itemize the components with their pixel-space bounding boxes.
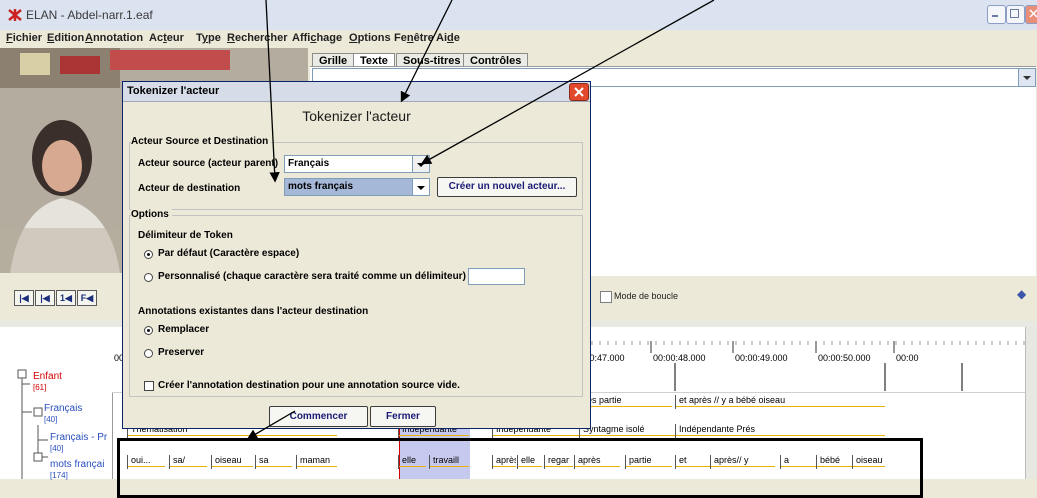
tier-panel: Enfant [61] Français [40] Français - Pr … [0, 327, 113, 480]
annotation-francais-pr-underline [676, 435, 885, 436]
menu-edition[interactable]: Edition [47, 32, 84, 44]
menu-bar: Fichier Edition Annotation Acteur Type R… [0, 30, 1037, 47]
annotation-francais-pr-underline [580, 435, 675, 436]
destination-tier-select[interactable]: mots français [284, 178, 430, 196]
existing-annotations-heading: Annotations existantes dans l'acteur des… [138, 306, 369, 317]
diamond-icon[interactable]: ◆ [1017, 288, 1027, 300]
menu-annotation[interactable]: Annotation [85, 32, 143, 44]
annotation-francais[interactable]: ès partie [583, 395, 672, 409]
loop-mode-label: Mode de boucle [614, 291, 679, 301]
source-destination-group-label: Acteur Source et Destination [131, 136, 272, 147]
tier-name-mots-francais[interactable]: mots françai [50, 459, 104, 470]
annotation-francais-pr[interactable]: Indépendante Prés [675, 424, 885, 438]
frame-back-button[interactable]: F◀ [77, 290, 97, 306]
tier-select-arrow[interactable] [1018, 69, 1035, 86]
source-tier-value: Français [288, 158, 330, 169]
delimiter-custom-label: Personnalisé (chaque caractère sera trai… [158, 271, 466, 282]
annotation-francais-pr-underline [128, 435, 337, 436]
annotation-francais-pr[interactable]: Syntagme isolé [579, 424, 675, 438]
destination-tier-value: mots français [288, 181, 354, 192]
source-tier-arrow[interactable] [412, 156, 429, 172]
annotation-francais-underline [676, 406, 885, 407]
menu-aide[interactable]: Aide [436, 32, 460, 44]
delimiter-custom-radio[interactable] [144, 273, 153, 282]
delimiter-default-radio[interactable] [144, 250, 153, 259]
title-bar: ELAN - Abdel-narr.1.eaf [0, 0, 1037, 30]
window-title: ELAN - Abdel-narr.1.eaf [26, 8, 153, 22]
menu-fenetre[interactable]: Fenêtre [394, 32, 434, 44]
dialog-close-button[interactable] [569, 83, 589, 101]
chevron-down-icon [1023, 76, 1031, 80]
menu-rechercher[interactable]: Rechercher [227, 32, 288, 44]
close-icon [574, 87, 584, 97]
annotation-francais-underline [584, 406, 672, 407]
elan-logo-icon [8, 9, 22, 21]
destination-tier-label: Acteur de destination [138, 183, 241, 194]
close-button[interactable]: Fermer [370, 406, 436, 427]
annotation-francais-pr-underline [399, 435, 469, 436]
tier-name-francais-pr[interactable]: Français - Pr [50, 432, 107, 443]
source-tier-select[interactable]: Français [284, 155, 430, 173]
delimiter-default-label: Par défaut (Caractère espace) [158, 248, 300, 259]
source-destination-group [129, 142, 583, 210]
previous-frame-button[interactable]: |◀ [35, 290, 55, 306]
tier-count-enfant: [61] [33, 383, 47, 392]
step-back-button[interactable]: 1◀ [56, 290, 76, 306]
tab-strip: Grille Texte Sous-titres Contrôles [308, 48, 1037, 68]
maximize-icon [1010, 9, 1019, 18]
menu-fichier[interactable]: Fichier [6, 32, 42, 44]
options-group-label: Options [131, 209, 172, 220]
go-to-begin-button[interactable]: |◀ [14, 290, 34, 306]
tier-name-enfant[interactable]: Enfant [33, 371, 62, 382]
annotation-francais-text: et après // y a bébé oiseau [679, 395, 786, 405]
empty-annotation-label: Créer l'annotation destination pour une … [158, 380, 460, 391]
ruler-tick-label: 00:00 [896, 353, 919, 363]
minimize-icon [992, 15, 998, 17]
annotation-francais[interactable]: et après // y a bébé oiseau [675, 395, 885, 409]
dialog-heading: Tokenizer l'acteur [302, 108, 411, 124]
minimize-button[interactable] [987, 5, 1006, 24]
tier-count-francais-pr: [40] [50, 444, 64, 453]
tier-count-francais: [40] [44, 415, 58, 424]
existing-replace-radio[interactable] [144, 326, 153, 335]
existing-replace-label: Remplacer [158, 324, 210, 335]
ruler-tick-label: 00:00:50.000 [818, 353, 871, 363]
menu-acteur[interactable]: Acteur [149, 32, 184, 44]
start-button[interactable]: Commencer [269, 406, 368, 427]
destination-tier-arrow[interactable] [412, 179, 429, 195]
menu-type[interactable]: Type [196, 32, 221, 44]
annotation-francais-text: ès partie [587, 395, 622, 405]
loop-mode-checkbox[interactable] [600, 291, 612, 303]
close-window-button[interactable] [1025, 5, 1037, 24]
menu-options[interactable]: Options [349, 32, 391, 44]
ruler-tick-label: 00:00:49.000 [735, 353, 788, 363]
dialog-title: Tokenizer l'acteur [127, 85, 220, 97]
delimiter-heading: Délimiteur de Token [138, 230, 233, 241]
menu-affichage[interactable]: Affichage [292, 32, 342, 44]
close-icon [1029, 9, 1037, 18]
chevron-down-icon [417, 163, 425, 167]
dialog-title-bar: Tokenizer l'acteur [123, 82, 590, 102]
existing-preserve-radio[interactable] [144, 349, 153, 358]
empty-annotation-checkbox[interactable] [144, 381, 154, 391]
tier-name-francais[interactable]: Français [44, 403, 82, 414]
annotation-francais-pr-text: Indépendante Prés [679, 424, 756, 434]
existing-preserve-label: Preserver [158, 347, 205, 358]
create-new-tier-button[interactable]: Créer un nouvel acteur... [437, 177, 577, 197]
highlight-box [117, 438, 923, 498]
maximize-button[interactable] [1006, 5, 1025, 24]
ruler-tick-label: 00:00:48.000 [653, 353, 706, 363]
annotation-francais-pr-text: Syntagme isolé [583, 424, 645, 434]
delimiter-custom-input[interactable] [468, 268, 525, 285]
annotation-francais-pr-underline [493, 435, 579, 436]
chevron-down-icon [417, 186, 425, 190]
source-tier-label: Acteur source (acteur parent) [138, 158, 279, 169]
tokenizer-dialog: Tokenizer l'acteur Tokenizer l'acteur Ac… [122, 81, 591, 429]
